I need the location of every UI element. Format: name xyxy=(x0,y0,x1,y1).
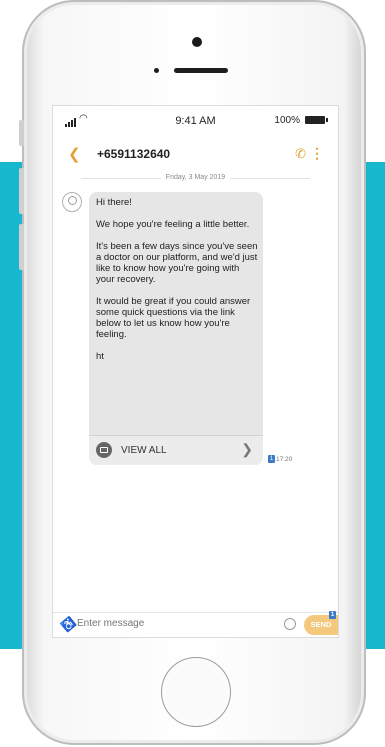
volume-down-button xyxy=(19,224,24,270)
home-button[interactable] xyxy=(161,657,231,727)
avatar-icon[interactable] xyxy=(62,192,82,212)
status-bar: ◠ 9:41 AM 100% xyxy=(53,106,338,130)
phone-screen: ◠ 9:41 AM 100% ❮ +6591132640 ✆ ⋮ Friday,… xyxy=(52,105,339,638)
front-camera xyxy=(192,37,202,47)
view-all-label: VIEW ALL xyxy=(121,445,167,456)
phone-call-icon[interactable]: ✆ xyxy=(295,146,306,162)
conversation-header: ❮ +6591132640 ✆ ⋮ xyxy=(53,142,338,168)
proximity-sensor xyxy=(154,68,159,73)
chevron-right-icon: ❯ xyxy=(241,441,253,457)
sim-badge: 1 xyxy=(268,455,275,463)
message-text: Hi there! We hope you're feeling a littl… xyxy=(96,197,258,362)
send-sim-badge: 1 xyxy=(329,611,336,619)
view-all-link[interactable]: VIEW ALL ❯ xyxy=(89,435,263,465)
link-preview-icon xyxy=(96,442,112,458)
date-separator: Friday, 3 May 2019 xyxy=(53,174,338,181)
message-bubble[interactable]: Hi there! We hope you're feeling a littl… xyxy=(89,192,263,465)
more-options-icon[interactable]: ⋮ xyxy=(310,145,324,162)
compose-bar: ♿ SEND 1 xyxy=(53,611,338,637)
battery-icon xyxy=(305,116,328,124)
attach-icon[interactable]: ♿ xyxy=(59,615,78,634)
message-time: 17:20 xyxy=(276,455,293,463)
contact-number: +6591132640 xyxy=(97,147,171,161)
send-button[interactable]: SEND 1 xyxy=(304,611,338,635)
message-meta: 1 17:20 xyxy=(268,455,292,463)
phone-frame: ◠ 9:41 AM 100% ❮ +6591132640 ✆ ⋮ Friday,… xyxy=(19,0,366,745)
battery-percentage: 100% xyxy=(274,115,300,126)
mute-switch xyxy=(19,120,24,146)
message-input[interactable] xyxy=(77,618,227,629)
emoji-icon[interactable] xyxy=(284,618,296,630)
volume-up-button xyxy=(19,168,24,214)
send-label: SEND xyxy=(310,620,332,629)
back-icon[interactable]: ❮ xyxy=(68,145,81,163)
earpiece-speaker xyxy=(174,68,228,73)
